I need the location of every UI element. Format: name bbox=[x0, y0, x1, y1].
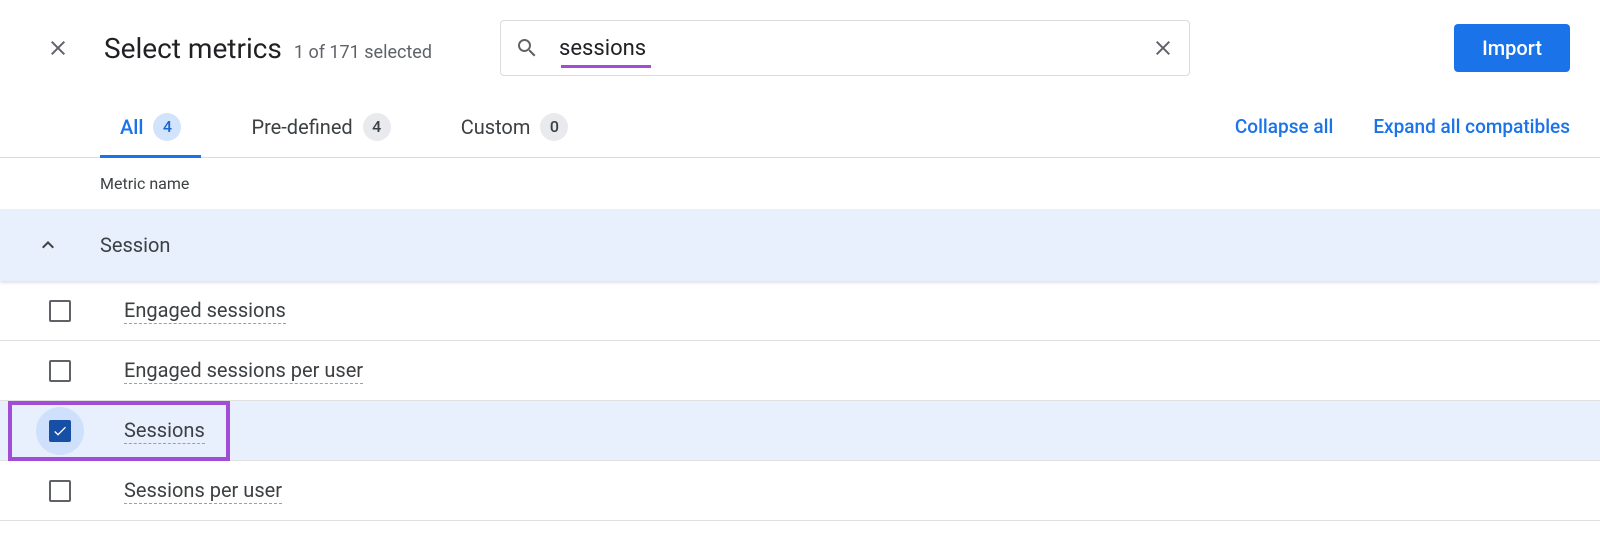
row-label: Engaged sessions per user bbox=[124, 358, 363, 384]
table-row[interactable]: Sessions bbox=[0, 401, 1600, 461]
table-row[interactable]: Sessions per user bbox=[0, 461, 1600, 521]
row-label: Sessions per user bbox=[124, 478, 282, 504]
tab-all[interactable]: All 4 bbox=[100, 96, 201, 157]
column-header-metric-name: Metric name bbox=[0, 158, 1600, 209]
group-header-session[interactable]: Session bbox=[0, 209, 1600, 281]
dialog-title: Select metrics bbox=[104, 32, 282, 65]
table-row[interactable]: Engaged sessions per user bbox=[0, 341, 1600, 401]
expand-all-button[interactable]: Expand all compatibles bbox=[1373, 115, 1570, 138]
collapse-all-button[interactable]: Collapse all bbox=[1235, 115, 1333, 138]
title-group: Select metrics 1 of 171 selected bbox=[104, 32, 432, 65]
search-icon bbox=[515, 36, 539, 60]
tab-custom[interactable]: Custom 0 bbox=[441, 96, 589, 157]
close-icon bbox=[46, 36, 70, 60]
tab-badge: 4 bbox=[363, 113, 391, 141]
search-input[interactable] bbox=[559, 36, 1151, 61]
tab-badge: 0 bbox=[540, 113, 568, 141]
rows-container: Engaged sessions Engaged sessions per us… bbox=[0, 281, 1600, 521]
tab-predefined[interactable]: Pre-defined 4 bbox=[231, 96, 410, 157]
dialog-header: Select metrics 1 of 171 selected Import bbox=[0, 0, 1600, 96]
table-row[interactable]: Engaged sessions bbox=[0, 281, 1600, 341]
tab-label: All bbox=[120, 115, 143, 139]
clear-search-button[interactable] bbox=[1151, 36, 1175, 60]
tab-badge: 4 bbox=[153, 113, 181, 141]
search-highlight-underline bbox=[561, 65, 651, 68]
check-icon bbox=[52, 423, 68, 439]
row-checkbox[interactable] bbox=[49, 480, 71, 502]
selection-count: 1 of 171 selected bbox=[294, 42, 432, 63]
group-title: Session bbox=[100, 233, 170, 257]
close-button[interactable] bbox=[40, 30, 76, 66]
chevron-up-icon bbox=[36, 233, 60, 257]
tab-actions: Collapse all Expand all compatibles bbox=[1235, 115, 1570, 138]
row-checkbox[interactable] bbox=[49, 300, 71, 322]
search-box[interactable] bbox=[500, 20, 1190, 76]
row-label: Sessions bbox=[124, 418, 205, 444]
import-button[interactable]: Import bbox=[1454, 24, 1570, 72]
tab-label: Custom bbox=[461, 115, 531, 139]
row-label: Engaged sessions bbox=[124, 298, 286, 324]
tab-label: Pre-defined bbox=[251, 115, 352, 139]
tabs-row: All 4 Pre-defined 4 Custom 0 Collapse al… bbox=[0, 96, 1600, 158]
close-icon bbox=[1151, 36, 1175, 60]
row-checkbox[interactable] bbox=[49, 420, 71, 442]
row-checkbox[interactable] bbox=[49, 360, 71, 382]
